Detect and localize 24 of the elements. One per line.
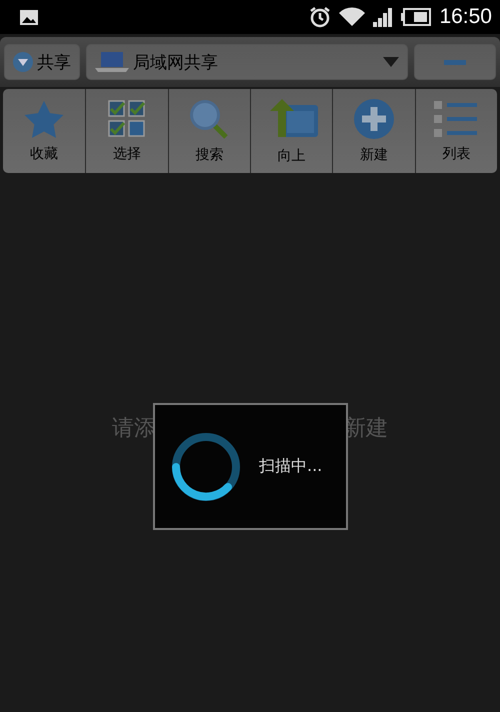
caret-icon (383, 57, 399, 67)
minimize-button[interactable] (414, 44, 496, 80)
location-dropdown[interactable]: 局域网共享 (86, 44, 408, 80)
toolbar-button[interactable]: 列表 (414, 89, 497, 173)
plus-circle-icon (352, 98, 395, 140)
share-button[interactable]: 共享 (4, 44, 80, 80)
toolbar-button[interactable]: 新建 (332, 89, 415, 173)
signal-icon (373, 7, 394, 27)
toolbar-button[interactable]: 搜索 (168, 89, 250, 173)
wifi-icon (339, 7, 366, 27)
minus-icon (444, 60, 466, 64)
dropdown-circle-icon (13, 52, 33, 72)
image-icon (20, 10, 38, 24)
spinner-icon (171, 432, 241, 502)
checkbox-grid-icon (106, 99, 147, 139)
scanning-message: 扫描中... (259, 456, 322, 477)
alarm-icon (309, 6, 332, 28)
toolbar-button[interactable]: 收藏 (3, 89, 86, 173)
list-icon (433, 99, 480, 139)
laptop-icon (95, 51, 129, 73)
clock-time: 16:50 (439, 5, 492, 29)
battery-icon (401, 8, 432, 26)
toolbar-button[interactable]: 选择 (85, 89, 168, 173)
toolbar-button[interactable]: 向上 (250, 89, 332, 173)
